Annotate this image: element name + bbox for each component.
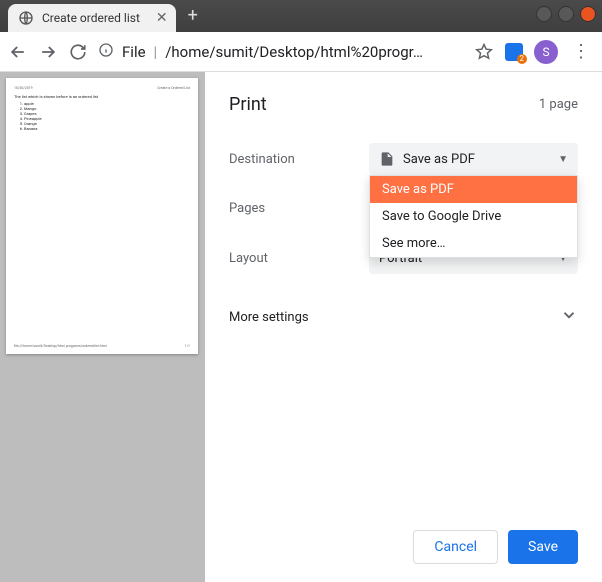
- destination-option-more[interactable]: See more…: [370, 230, 577, 257]
- address-bar[interactable]: File | /home/sumit/Desktop/html%20progr…: [98, 42, 464, 62]
- menu-icon[interactable]: ⋮: [568, 41, 594, 62]
- dialog-footer: Cancel Save: [229, 510, 578, 564]
- minimize-button[interactable]: [536, 6, 552, 22]
- page-count: 1 page: [539, 97, 578, 112]
- info-icon: [98, 42, 114, 62]
- cancel-button[interactable]: Cancel: [413, 530, 498, 564]
- globe-icon: [18, 10, 34, 26]
- titlebar: Create ordered list ✕ +: [0, 0, 602, 32]
- maximize-button[interactable]: [558, 6, 574, 22]
- destination-option-drive[interactable]: Save to Google Drive: [370, 203, 577, 230]
- document-icon: [379, 151, 395, 167]
- more-settings-label: More settings: [229, 310, 309, 325]
- url-path: /home/sumit/Desktop/html%20progr…: [165, 43, 423, 61]
- more-settings-toggle[interactable]: More settings: [229, 306, 578, 328]
- preview-caption: The list which is shown before is an ord…: [14, 94, 98, 99]
- destination-label: Destination: [229, 152, 369, 167]
- forward-icon[interactable]: [38, 42, 58, 62]
- preview-date: 10/30/2019: [14, 86, 33, 90]
- new-tab-button[interactable]: +: [176, 5, 210, 26]
- print-title: Print: [229, 94, 267, 115]
- chevron-down-icon: ▼: [558, 154, 568, 165]
- print-settings-pane: Print 1 page Destination Save as PDF ▼: [205, 72, 602, 582]
- window-controls: [536, 6, 596, 22]
- preview-list: apple Mango Grapes Pineapple Orange Bana…: [24, 101, 190, 131]
- preview-footer-page: 1/1: [185, 344, 190, 348]
- content-area: 10/30/2019 Create a Ordered List The lis…: [0, 72, 602, 582]
- print-preview-pane: 10/30/2019 Create a Ordered List The lis…: [0, 72, 205, 582]
- profile-avatar[interactable]: S: [534, 40, 558, 64]
- print-header: Print 1 page: [229, 94, 578, 115]
- pages-label: Pages: [229, 201, 369, 216]
- destination-option-pdf[interactable]: Save as PDF: [370, 176, 577, 203]
- reload-icon[interactable]: [68, 42, 88, 62]
- list-item: Banana: [24, 126, 190, 131]
- extension-icon[interactable]: 2: [504, 42, 524, 62]
- bookmark-star-icon[interactable]: [474, 42, 494, 62]
- destination-dropdown[interactable]: Save as PDF ▼: [369, 143, 578, 175]
- layout-label: Layout: [229, 251, 369, 266]
- browser-window: Create ordered list ✕ + File | /home/sum…: [0, 0, 602, 582]
- preview-doc-title: Create a Ordered List: [157, 86, 190, 90]
- destination-row: Destination Save as PDF ▼ Save as PDF: [229, 143, 578, 175]
- destination-value: Save as PDF: [403, 152, 475, 167]
- toolbar: File | /home/sumit/Desktop/html%20progr……: [0, 32, 602, 72]
- preview-footer-path: file:///home/sumit/Desktop/html programs…: [14, 344, 107, 348]
- browser-tab[interactable]: Create ordered list ✕: [8, 4, 176, 32]
- destination-menu: Save as PDF Save to Google Drive See mor…: [369, 175, 578, 258]
- close-window-button[interactable]: [580, 6, 596, 22]
- url-scheme: File: [122, 43, 146, 61]
- preview-page: 10/30/2019 Create a Ordered List The lis…: [6, 78, 198, 354]
- tab-title: Create ordered list: [42, 11, 140, 25]
- chevron-down-icon: [560, 306, 578, 328]
- back-icon[interactable]: [8, 42, 28, 62]
- close-tab-icon[interactable]: ✕: [156, 10, 168, 26]
- save-button[interactable]: Save: [508, 530, 578, 564]
